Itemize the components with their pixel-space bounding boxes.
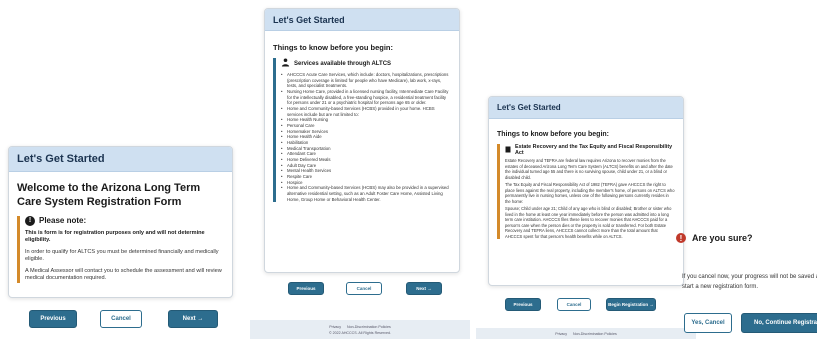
copyright-text: © 2022 AHCCCS. All Rights Reserved.	[329, 330, 391, 335]
document-icon	[505, 146, 511, 155]
note-paragraph-2: A Medical Assessor will contact you to s…	[25, 267, 222, 282]
previous-button[interactable]: Previous	[505, 298, 541, 311]
card-body: Things to know before you begin: Service…	[265, 31, 459, 208]
card-header: Let's Get Started	[9, 147, 232, 172]
previous-button[interactable]: Previous	[29, 310, 77, 328]
person-icon	[281, 58, 290, 69]
previous-button[interactable]: Previous	[288, 282, 324, 295]
note-paragraph-1: In order to qualify for ALTCS you must b…	[25, 248, 219, 263]
service-list-item: Home and Community-based Services (HCBS)…	[281, 185, 451, 202]
services-title-text: Services available through ALTCS	[294, 60, 392, 67]
service-list-item: AHCCCS Acute Care Services, which includ…	[281, 72, 451, 89]
estate-title-text: Estate Recovery and the Tax Equity and F…	[515, 144, 673, 156]
next-button[interactable]: Next →	[406, 282, 442, 295]
footer-links: Privacy Non-Discrimination Policies	[329, 325, 391, 329]
estate-recovery-card: Let's Get Started Things to know before …	[488, 96, 684, 286]
note-callout: ! Please note: This is form is for regis…	[17, 215, 224, 283]
service-list-item: Home and Community-based Services (HCBS)…	[281, 106, 451, 117]
non-discrimination-link[interactable]: Non-Discrimination Policies	[347, 325, 391, 329]
card-body: Things to know before you begin: Estate …	[489, 119, 683, 245]
section-subtitle: Things to know before you begin:	[497, 131, 609, 138]
welcome-card: Let's Get Started Welcome to the Arizona…	[8, 146, 233, 298]
cancel-confirmation-dialog: ! Are you sure? If you cancel now, your …	[676, 233, 817, 339]
next-button[interactable]: Next →	[168, 310, 218, 328]
page-footer: Privacy Non-Discrimination Policies © 20…	[250, 320, 470, 339]
alert-icon: !	[25, 215, 35, 226]
services-callout: Services available through ALTCS AHCCCS …	[273, 58, 451, 203]
card-header: Let's Get Started	[489, 97, 683, 119]
page-title: Welcome to the Arizona Long Term Care Sy…	[17, 182, 201, 208]
no-continue-registration-button[interactable]: No, Continue Registration	[741, 313, 817, 333]
footer-links: Privacy Non-Discrimination Policies	[555, 332, 617, 336]
non-discrimination-link[interactable]: Non-Discrimination Policies	[573, 332, 617, 336]
card-body: Welcome to the Arizona Long Term Care Sy…	[9, 172, 232, 289]
card-header: Let's Get Started	[265, 9, 459, 31]
privacy-link[interactable]: Privacy	[329, 325, 341, 329]
estate-paragraph-1: Estate Recovery and TEFRA are federal la…	[505, 158, 673, 180]
estate-title: Estate Recovery and the Tax Equity and F…	[505, 144, 675, 156]
cancel-button[interactable]: Cancel	[557, 298, 591, 311]
estate-paragraph-2: The Tax Equity and Fiscal Responsibility…	[505, 182, 675, 204]
note-title-text: Please note:	[39, 216, 87, 225]
note-bold-text: This is form is for registration purpose…	[25, 229, 205, 244]
services-list: AHCCCS Acute Care Services, which includ…	[281, 72, 451, 202]
warning-icon: !	[676, 233, 686, 243]
estate-callout: Estate Recovery and the Tax Equity and F…	[497, 144, 675, 240]
yes-cancel-button[interactable]: Yes, Cancel	[684, 313, 732, 333]
privacy-link[interactable]: Privacy	[555, 332, 567, 336]
note-title: ! Please note:	[25, 215, 224, 226]
estate-paragraph-3: Spouse; Child under age 21; Child of any…	[505, 206, 672, 239]
cancel-button[interactable]: Cancel	[100, 310, 142, 328]
service-list-item: Nursing Home Care, provided in a license…	[281, 89, 451, 106]
dialog-title: ! Are you sure?	[676, 233, 753, 243]
cancel-button[interactable]: Cancel	[346, 282, 382, 295]
screenshot-stage: Let's Get Started Welcome to the Arizona…	[0, 0, 817, 339]
begin-registration-button[interactable]: Begin Registration →	[606, 298, 656, 311]
section-subtitle: Things to know before you begin:	[273, 43, 393, 52]
dialog-title-text: Are you sure?	[692, 233, 753, 243]
services-title: Services available through ALTCS	[281, 58, 451, 69]
dialog-message: If you cancel now, your progress will no…	[682, 274, 817, 290]
services-card: Let's Get Started Things to know before …	[264, 8, 460, 273]
page-footer: Privacy Non-Discrimination Policies	[476, 328, 696, 339]
